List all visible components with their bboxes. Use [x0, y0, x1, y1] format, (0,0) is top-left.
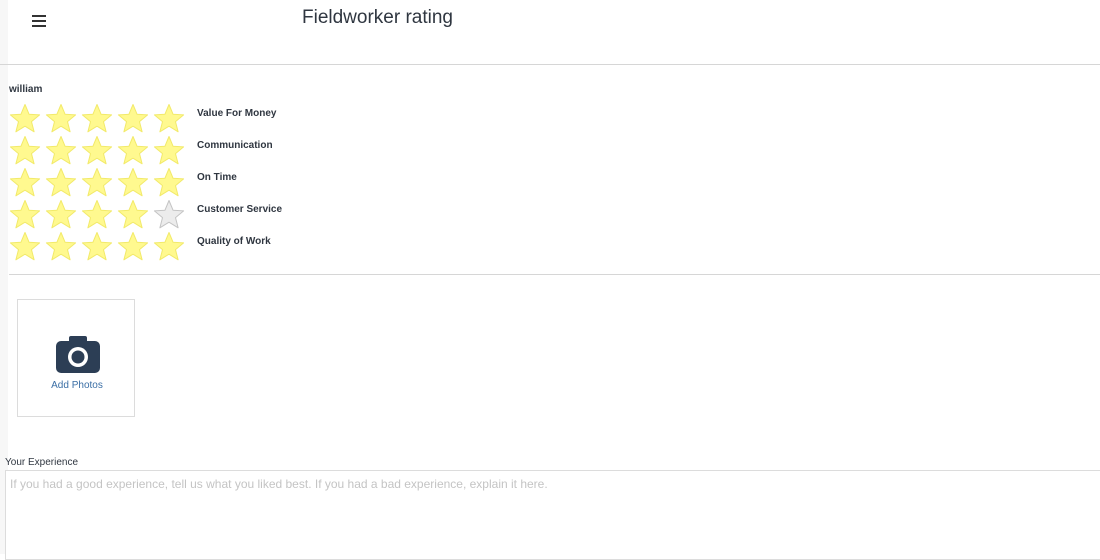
star-filled-icon[interactable] [117, 199, 149, 229]
star-rating-control[interactable] [9, 229, 189, 261]
rating-row: Value For Money [9, 101, 409, 133]
rating-label: Communication [197, 140, 273, 151]
experience-textarea[interactable] [5, 470, 1100, 560]
star-rating-control[interactable] [9, 165, 189, 197]
star-filled-icon[interactable] [45, 231, 77, 261]
star-filled-icon[interactable] [81, 135, 113, 165]
rating-label: On Time [197, 172, 237, 183]
page-header: Fieldworker rating [0, 0, 1100, 65]
section-divider [9, 274, 1100, 275]
star-filled-icon[interactable] [81, 231, 113, 261]
worker-name: william [9, 84, 43, 95]
star-filled-icon[interactable] [153, 135, 185, 165]
star-rating-control[interactable] [9, 197, 189, 229]
star-rating-control[interactable] [9, 133, 189, 165]
star-filled-icon[interactable] [117, 167, 149, 197]
star-empty-icon[interactable] [153, 199, 185, 229]
rating-label: Customer Service [197, 204, 283, 215]
add-photos-label: Add Photos [51, 380, 103, 391]
star-filled-icon[interactable] [45, 167, 77, 197]
star-filled-icon[interactable] [9, 199, 41, 229]
experience-label: Your Experience [5, 457, 79, 468]
rating-label: Quality of Work [197, 236, 271, 247]
star-filled-icon[interactable] [81, 199, 113, 229]
star-filled-icon[interactable] [117, 231, 149, 261]
rating-row: Quality of Work [9, 229, 409, 261]
camera-icon [56, 336, 100, 373]
star-filled-icon[interactable] [9, 167, 41, 197]
rating-label: Value For Money [197, 108, 277, 119]
star-filled-icon[interactable] [153, 103, 185, 133]
star-filled-icon[interactable] [45, 135, 77, 165]
star-filled-icon[interactable] [9, 135, 41, 165]
add-photos-button[interactable]: Add Photos [17, 299, 135, 417]
star-filled-icon[interactable] [81, 103, 113, 133]
star-filled-icon[interactable] [45, 103, 77, 133]
rating-row: Customer Service [9, 197, 409, 229]
star-filled-icon[interactable] [117, 135, 149, 165]
star-filled-icon[interactable] [153, 167, 185, 197]
star-rating-control[interactable] [9, 101, 189, 133]
star-filled-icon[interactable] [9, 231, 41, 261]
hamburger-menu-icon[interactable] [29, 10, 51, 32]
star-filled-icon[interactable] [117, 103, 149, 133]
rating-row: On Time [9, 165, 409, 197]
star-filled-icon[interactable] [153, 231, 185, 261]
star-filled-icon[interactable] [9, 103, 41, 133]
page-title: Fieldworker rating [302, 7, 453, 28]
star-filled-icon[interactable] [81, 167, 113, 197]
star-filled-icon[interactable] [45, 199, 77, 229]
rating-row: Communication [9, 133, 409, 165]
